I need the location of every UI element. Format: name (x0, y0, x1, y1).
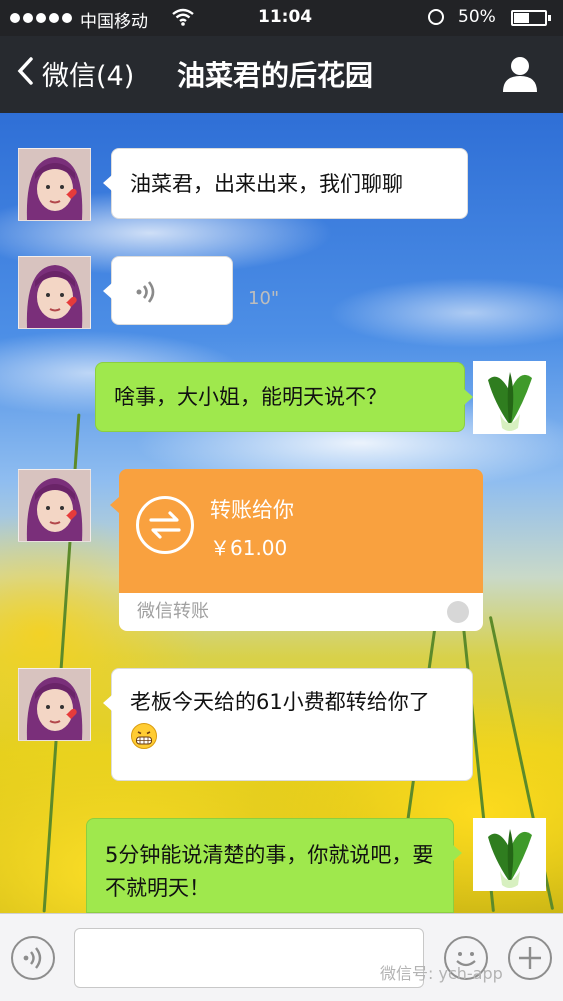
message-bubble-received[interactable]: 老板今天给的61小费都转给你了 (103, 668, 473, 781)
voice-message-bubble[interactable] (103, 256, 233, 325)
status-bar: 中国移动 11:04 50% (0, 0, 563, 36)
rotation-lock-icon (428, 9, 444, 25)
contact-avatar[interactable] (18, 148, 91, 221)
battery-icon (511, 10, 551, 26)
clock-time: 11:04 (258, 7, 313, 27)
back-button-label: 微信(4) (42, 61, 135, 92)
voice-wave-icon (134, 279, 160, 315)
transfer-amount: ￥61.00 (210, 536, 288, 560)
wechat-pay-logo-icon (447, 601, 469, 623)
contact-avatar[interactable] (18, 256, 91, 329)
transfer-bubble-tail (110, 497, 119, 513)
signal-strength-icon (10, 13, 72, 23)
back-button[interactable]: 微信(4) (16, 54, 134, 93)
watermark: 微信号: ych-app (380, 964, 503, 983)
battery-percent: 50% (458, 7, 496, 27)
carrier-name: 中国移动 (80, 12, 148, 32)
chat-title: 油菜君的后花园 (177, 59, 374, 92)
transfer-title: 转账给你 (210, 498, 294, 522)
transfer-footer: 微信转账 (119, 593, 483, 631)
message-text: 油菜君，出来出来，我们聊聊 (130, 172, 403, 196)
voice-duration: 10" (248, 288, 280, 309)
chat-input-bar (0, 913, 563, 1001)
message-text: 5分钟能说清楚的事，你就说吧，要不就明天！ (105, 843, 434, 900)
transfer-card[interactable]: 转账给你 ￥61.00 微信转账 (119, 469, 483, 631)
voice-icon[interactable] (11, 936, 55, 980)
my-avatar[interactable] (473, 818, 546, 891)
message-bubble-sent[interactable]: 5分钟能说清楚的事，你就说吧，要不就明天！ (86, 818, 462, 913)
wifi-icon (172, 8, 194, 31)
message-bubble-received[interactable]: 油菜君，出来出来，我们聊聊 (103, 148, 468, 219)
chevron-left-icon (16, 56, 34, 92)
chat-header: 微信(4) 油菜君的后花园 (0, 36, 563, 113)
transfer-icon (136, 496, 194, 554)
person-icon[interactable] (500, 54, 540, 94)
contact-avatar[interactable] (18, 469, 91, 542)
message-text: 老板今天给的61小费都转给你了 (130, 690, 430, 714)
message-text: 啥事，大小姐，能明天说不？ (114, 385, 387, 409)
grin-emoji-icon (130, 722, 158, 750)
plus-icon[interactable] (508, 936, 552, 980)
transfer-footer-label: 微信转账 (137, 601, 209, 622)
contact-avatar[interactable] (18, 668, 91, 741)
message-bubble-sent[interactable]: 啥事，大小姐，能明天说不？ (95, 362, 473, 432)
message-input[interactable] (74, 928, 424, 988)
my-avatar[interactable] (473, 361, 546, 434)
